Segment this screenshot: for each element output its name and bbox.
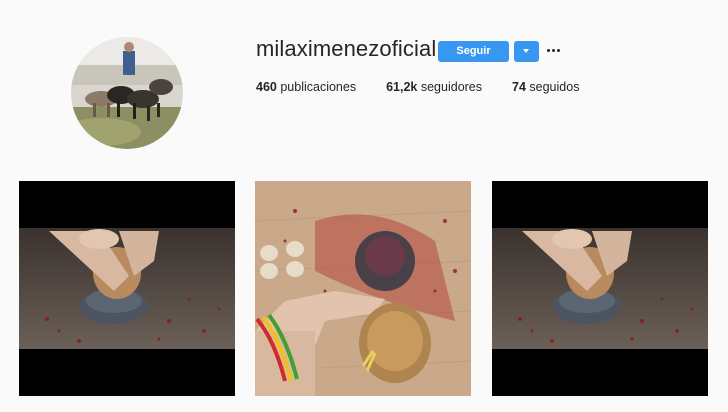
profile-stats: 460 publicaciones 61,2k seguidores 74 se… xyxy=(256,80,609,94)
follow-options-button[interactable] xyxy=(514,41,539,62)
more-options-button[interactable] xyxy=(546,42,560,56)
stat-following[interactable]: 74 seguidos xyxy=(512,80,579,94)
hands-holding-chicken-photo xyxy=(19,181,235,396)
post-thumbnail[interactable] xyxy=(255,181,471,396)
avatar[interactable] xyxy=(71,37,183,149)
caret-down-icon xyxy=(523,49,529,53)
stat-posts-label: publicaciones xyxy=(280,80,357,94)
username: milaximenezoficial xyxy=(256,36,437,61)
post-thumbnail[interactable] xyxy=(19,181,235,396)
post-thumbnail[interactable] xyxy=(492,181,708,396)
hands-holding-chicken-photo xyxy=(492,181,708,396)
stat-following-label: seguidos xyxy=(529,80,580,94)
stat-followers[interactable]: 61,2k seguidores xyxy=(386,80,482,94)
stat-posts-count: 460 xyxy=(256,80,277,94)
stat-posts: 460 publicaciones xyxy=(256,80,356,94)
stat-followers-label: seguidores xyxy=(420,80,483,94)
stat-followers-count: 61,2k xyxy=(386,80,418,94)
stat-following-count: 74 xyxy=(512,80,526,94)
follow-button[interactable]: Seguir xyxy=(438,41,509,62)
hand-pointing-chicken-photo xyxy=(255,181,471,396)
